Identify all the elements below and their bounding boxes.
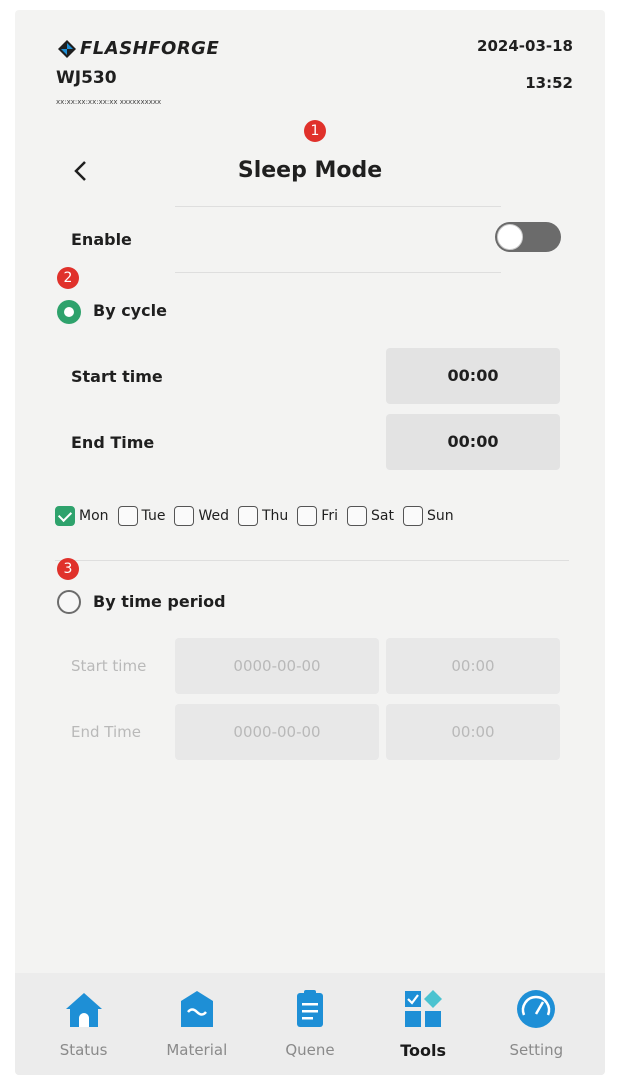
annotation-marker-2: 2 [57,267,79,289]
nav-queue[interactable]: Quene [265,973,355,1075]
checkbox-icon [297,506,318,526]
logo-text: FLASHFORGE [80,38,220,59]
cycle-start-label: Start time [71,367,163,386]
period-start-label: Start time [71,657,147,675]
tools-icon [405,990,443,1027]
period-start-date-field[interactable]: 0000-00-00 [175,638,379,694]
divider [175,272,501,273]
nav-setting[interactable]: Setting [491,973,581,1075]
bottom-nav: Status Material Quene Tools Setting [15,973,605,1075]
material-icon [180,991,213,1027]
screen: FLASHFORGE WJ530 xx:xx:xx:xx:xx:xx xxxxx… [15,10,605,1075]
brand-logo: FLASHFORGE [57,38,219,59]
time-readout: 13:52 [525,74,573,92]
period-end-time-field[interactable]: 00:00 [386,704,560,760]
nav-material[interactable]: Material [152,973,242,1075]
checkbox-icon [346,506,367,526]
device-id: xx:xx:xx:xx:xx:xx xxxxxxxxxx [56,98,162,106]
day-label: Sun [426,508,454,524]
period-end-date-field[interactable]: 0000-00-00 [175,704,379,760]
period-end-label: End Time [71,723,141,741]
toggle-knob [497,224,523,250]
day-wed[interactable]: Wed [174,506,229,526]
annotation-marker-3: 3 [57,558,79,580]
by-time-period-radio[interactable] [57,590,81,614]
divider [175,206,501,207]
checkbox-checked-icon [55,506,75,526]
checkbox-icon [402,506,423,526]
by-cycle-label: By cycle [93,301,167,320]
checkbox-icon [237,506,258,526]
checkbox-icon [174,506,195,526]
day-label: Tue [141,508,166,524]
day-label: Mon [79,508,109,524]
weekday-selector: Mon Tue Wed Thu Fri Sat Sun [55,506,454,526]
setting-icon [517,990,556,1028]
day-label: Sat [370,508,394,524]
cycle-end-time-field[interactable]: 00:00 [386,414,560,470]
page-title: Sleep Mode [237,158,383,183]
enable-toggle[interactable] [495,222,561,252]
by-time-period-label: By time period [93,592,226,611]
home-icon [65,993,102,1027]
divider [55,560,569,561]
day-mon[interactable]: Mon [55,506,109,526]
day-label: Thu [261,508,289,524]
by-cycle-radio[interactable] [57,300,81,324]
cycle-start-time-field[interactable]: 00:00 [386,348,560,404]
day-tue[interactable]: Tue [117,506,166,526]
checkbox-icon [117,506,138,526]
day-fri[interactable]: Fri [297,506,338,526]
day-sat[interactable]: Sat [346,506,394,526]
day-label: Wed [198,508,229,524]
nav-label: Setting [509,1041,564,1059]
nav-status[interactable]: Status [39,973,129,1075]
enable-label: Enable [71,230,132,249]
day-sun[interactable]: Sun [402,506,454,526]
device-name: WJ530 [56,68,117,88]
flashforge-logo-icon [58,39,76,58]
nav-label: Tools [400,1041,447,1060]
date-readout: 2024-03-18 [477,37,573,55]
day-thu[interactable]: Thu [237,506,289,526]
nav-label: Status [59,1041,108,1059]
nav-label: Quene [285,1041,335,1059]
cycle-end-label: End Time [71,433,155,452]
nav-tools[interactable]: Tools [378,973,468,1075]
queue-icon [296,990,323,1027]
day-label: Fri [321,508,338,524]
nav-label: Material [166,1041,228,1059]
annotation-marker-1: 1 [304,120,326,142]
period-start-time-field[interactable]: 00:00 [386,638,560,694]
